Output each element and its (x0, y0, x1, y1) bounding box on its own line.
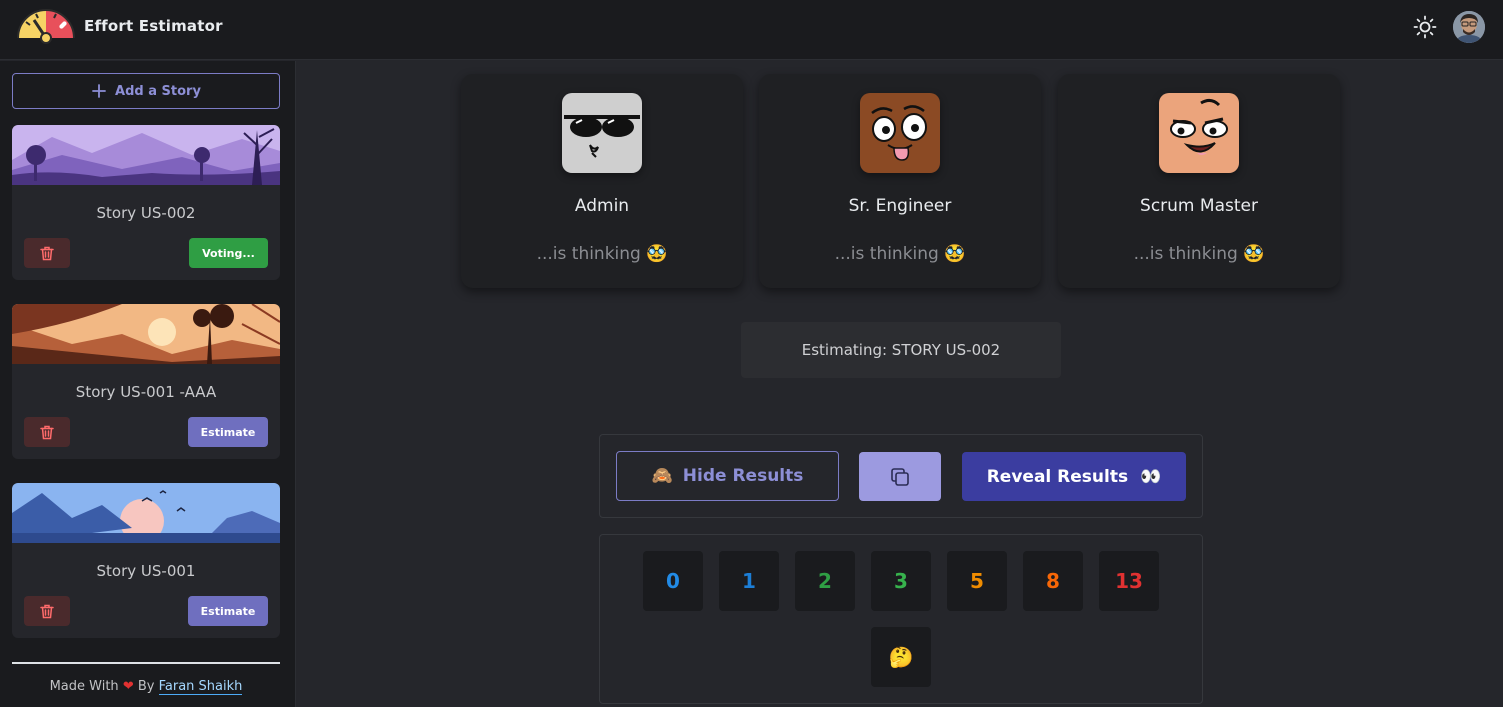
app-header: Effort Estimator (0, 0, 1503, 60)
copy-button[interactable] (859, 452, 941, 501)
footer-made-with: Made With (49, 679, 119, 694)
delete-story-button[interactable] (24, 417, 70, 447)
hide-results-label: Hide Results (682, 466, 804, 486)
sunglasses-face-avatar (562, 93, 642, 173)
player-name: Sr. Engineer (848, 196, 952, 216)
story-card[interactable]: Story US-002 Voting... (12, 125, 280, 280)
sun-icon (1413, 15, 1437, 39)
player-card: Admin ...is thinking 🥸 (461, 74, 743, 288)
player-name: Admin (574, 196, 630, 216)
estimate-button[interactable]: Estimate (188, 596, 268, 626)
reveal-results-button[interactable]: Reveal Results 👀 (962, 452, 1186, 501)
story-title: Story US-002 (96, 204, 196, 222)
result-controls: 🙈 Hide Results Reveal Results 👀 (599, 434, 1203, 518)
delete-story-button[interactable] (24, 238, 70, 268)
trash-icon (40, 425, 54, 439)
heart-icon: ❤ (122, 679, 134, 694)
delete-story-button[interactable] (24, 596, 70, 626)
reveal-results-label: Reveal Results (986, 466, 1129, 487)
theme-toggle-button[interactable] (1411, 13, 1439, 41)
player-card: Scrum Master ...is thinking 🥸 (1058, 74, 1340, 288)
player-status: ...is thinking 🥸 (1133, 244, 1265, 264)
vote-card-2[interactable]: 2 (795, 551, 855, 611)
copy-icon (891, 467, 909, 486)
story-title: Story US-001 (96, 562, 196, 580)
hide-results-button[interactable]: 🙈 Hide Results (616, 451, 839, 501)
author-link[interactable]: Faran Shaikh (158, 679, 243, 695)
story-card[interactable]: Story US-001 Estimate (12, 483, 280, 638)
story-banner-image (12, 304, 280, 364)
stories-sidebar: Add a Story Story US-002 Voting... Story… (0, 61, 296, 707)
vote-card-5[interactable]: 5 (947, 551, 1007, 611)
footer-by: By (137, 679, 155, 694)
story-banner-image (12, 483, 280, 543)
gauge-logo-icon (17, 9, 75, 44)
estimate-button[interactable]: Estimate (188, 417, 268, 447)
voting-button[interactable]: Voting... (189, 238, 268, 268)
vote-card-8[interactable]: 8 (1023, 551, 1083, 611)
tongue-face-avatar (860, 93, 940, 173)
story-banner-image (12, 125, 280, 185)
plus-icon (92, 84, 106, 98)
add-story-button[interactable]: Add a Story (12, 73, 280, 109)
trash-icon (40, 604, 54, 618)
see-no-evil-monkey-icon: 🙈 (651, 466, 673, 486)
vote-card-unsure[interactable]: 🤔 (871, 627, 931, 687)
estimating-banner: Estimating: STORY US-002 (741, 322, 1061, 378)
footer-divider (12, 662, 280, 664)
player-status: ...is thinking 🥸 (834, 244, 966, 264)
player-card: Sr. Engineer ...is thinking 🥸 (759, 74, 1041, 288)
vote-card-0[interactable]: 0 (643, 551, 703, 611)
estimate-cards-panel: 0 1 2 3 5 8 13 🤔 (599, 534, 1203, 704)
smirk-face-avatar (1159, 93, 1239, 173)
story-card[interactable]: Story US-001 -AAA Estimate (12, 304, 280, 459)
eyes-icon: 👀 (1140, 466, 1162, 487)
player-name: Scrum Master (1140, 196, 1258, 216)
vote-card-13[interactable]: 13 (1099, 551, 1159, 611)
vote-card-1[interactable]: 1 (719, 551, 779, 611)
add-story-label: Add a Story (115, 83, 201, 99)
story-title: Story US-001 -AAA (75, 383, 217, 401)
user-avatar[interactable] (1453, 11, 1485, 43)
trash-icon (40, 246, 54, 260)
vote-card-3[interactable]: 3 (871, 551, 931, 611)
app-title: Effort Estimator (84, 17, 223, 35)
footer: Made With ❤ By Faran Shaikh (0, 679, 292, 695)
player-status: ...is thinking 🥸 (536, 244, 668, 264)
